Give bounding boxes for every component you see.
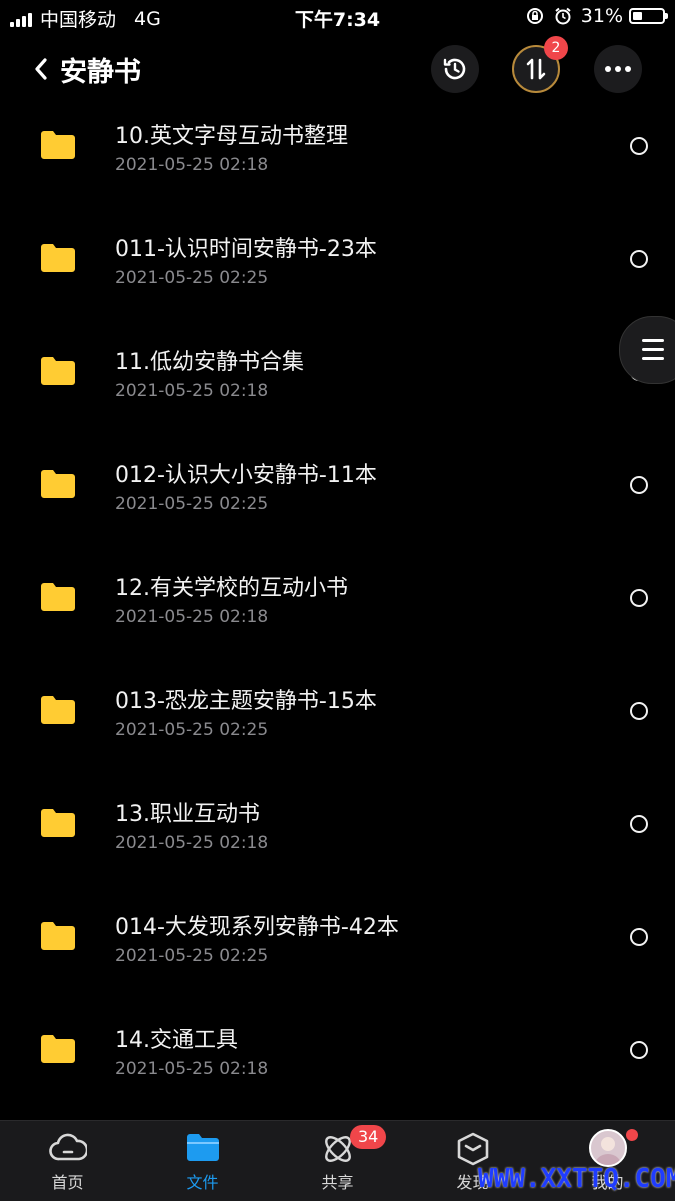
menu-icon <box>642 339 664 366</box>
share-badge: 34 <box>350 1125 387 1149</box>
file-name: 012-认识大小安静书-11本 <box>115 463 377 488</box>
page-title: 安静书 <box>60 57 141 88</box>
back-button[interactable] <box>28 54 58 84</box>
tab-label: 文件 <box>186 1173 219 1192</box>
tab-label: 共享 <box>321 1173 354 1192</box>
list-item[interactable]: 12.有关学校的互动小书 2021-05-25 02:18 <box>0 542 675 655</box>
folder-icon <box>41 696 75 724</box>
file-date: 2021-05-25 02:18 <box>115 381 269 401</box>
list-item[interactable]: 10.英文字母互动书整理 2021-05-25 02:18 <box>0 90 675 203</box>
file-name: 12.有关学校的互动小书 <box>115 576 348 601</box>
file-date: 2021-05-25 02:25 <box>115 268 269 288</box>
battery-icon <box>629 8 668 24</box>
file-date: 2021-05-25 02:18 <box>115 607 269 627</box>
file-name: 11.低幼安静书合集 <box>115 350 304 375</box>
select-radio[interactable] <box>630 702 648 720</box>
cloud-icon <box>48 1133 87 1161</box>
tab-files[interactable]: 文件 <box>135 1121 270 1201</box>
file-date: 2021-05-25 02:18 <box>115 155 269 175</box>
back-icon <box>35 58 47 80</box>
file-name: 10.英文字母互动书整理 <box>115 124 348 149</box>
more-button[interactable] <box>594 45 642 93</box>
transfer-badge: 2 <box>544 36 568 60</box>
tab-home[interactable]: 首页 <box>0 1121 135 1201</box>
rotation-lock-icon <box>526 8 543 24</box>
folder-icon <box>186 1134 219 1161</box>
side-menu-handle[interactable] <box>619 316 675 384</box>
status-bar: 中国移动 4G 下午7:34 31% <box>0 0 675 34</box>
file-name: 011-认识时间安静书-23本 <box>115 237 377 262</box>
list-item[interactable]: 014-大发现系列安静书-42本 2021-05-25 02:25 <box>0 881 675 994</box>
list-item[interactable]: 14.交通工具 2021-05-25 02:18 <box>0 994 675 1107</box>
select-radio[interactable] <box>630 476 648 494</box>
more-icon <box>605 66 631 72</box>
file-name: 014-大发现系列安静书-42本 <box>115 915 399 940</box>
alarm-icon <box>555 7 571 25</box>
list-item[interactable]: 13.职业互动书 2021-05-25 02:18 <box>0 768 675 881</box>
battery-percent: 31% <box>580 5 623 27</box>
file-date: 2021-05-25 02:25 <box>115 494 269 514</box>
watermark: WWW.XXTTQ.COM <box>478 1164 675 1194</box>
folder-icon <box>41 922 75 950</box>
folder-icon <box>41 1035 75 1063</box>
list-item[interactable]: 013-恐龙主题安静书-15本 2021-05-25 02:25 <box>0 655 675 768</box>
file-date: 2021-05-25 02:25 <box>115 946 269 966</box>
list-item[interactable]: 11.低幼安静书合集 2021-05-25 02:18 <box>0 316 675 429</box>
discover-icon <box>457 1132 488 1166</box>
folder-icon <box>41 809 75 837</box>
select-radio[interactable] <box>630 1041 648 1059</box>
notification-dot <box>626 1129 638 1141</box>
folder-icon <box>41 244 75 272</box>
select-radio[interactable] <box>630 137 648 155</box>
file-name: 013-恐龙主题安静书-15本 <box>115 689 377 714</box>
history-icon <box>443 58 466 80</box>
list-item[interactable]: 011-认识时间安静书-23本 2021-05-25 02:25 <box>0 203 675 316</box>
folder-icon <box>41 357 75 385</box>
tab-share[interactable]: 34 共享 <box>270 1121 405 1201</box>
select-radio[interactable] <box>630 250 648 268</box>
folder-icon <box>41 470 75 498</box>
transfer-icon <box>526 58 546 80</box>
file-list: 10.英文字母互动书整理 2021-05-25 02:18 011-认识时间安静… <box>0 90 675 1107</box>
avatar <box>588 1129 627 1167</box>
file-name: 13.职业互动书 <box>115 802 260 827</box>
list-item[interactable]: 012-认识大小安静书-11本 2021-05-25 02:25 <box>0 429 675 542</box>
select-radio[interactable] <box>630 589 648 607</box>
select-radio[interactable] <box>630 815 648 833</box>
tab-label: 首页 <box>51 1173 84 1192</box>
folder-icon <box>41 583 75 611</box>
file-name: 14.交通工具 <box>115 1028 238 1053</box>
history-button[interactable] <box>431 45 479 93</box>
file-date: 2021-05-25 02:18 <box>115 1059 269 1079</box>
select-radio[interactable] <box>630 928 648 946</box>
file-date: 2021-05-25 02:18 <box>115 833 269 853</box>
file-date: 2021-05-25 02:25 <box>115 720 269 740</box>
folder-icon <box>41 131 75 159</box>
